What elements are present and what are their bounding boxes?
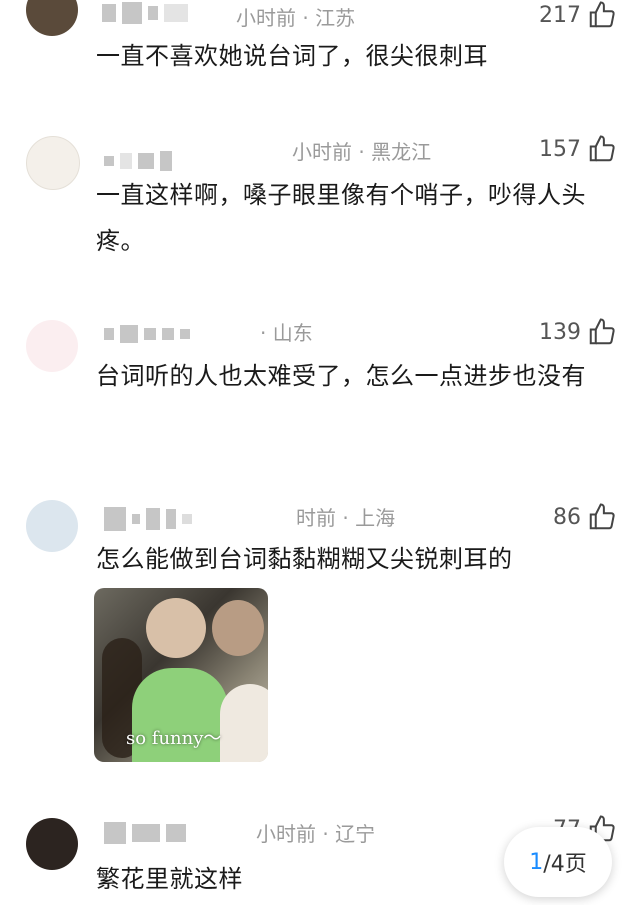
comment-item: 小时前 · 黑龙江 157 一直这样啊，嗓子眼里像有个哨子，吵得人头疼。: [0, 130, 631, 270]
comment-text: 怎么能做到台词黏黏糊糊又尖锐刺耳的: [96, 545, 513, 573]
username-blurred[interactable]: [104, 323, 190, 345]
comment-media-thumbnail[interactable]: so funny～: [94, 588, 268, 762]
page-indicator[interactable]: 1/4页: [504, 827, 612, 897]
media-caption: so funny～: [126, 728, 222, 749]
avatar[interactable]: [26, 320, 78, 372]
comment-text: 一直这样啊，嗓子眼里像有个哨子，吵得人头疼。: [96, 181, 586, 255]
avatar[interactable]: [26, 0, 78, 36]
avatar[interactable]: [26, 818, 78, 870]
like-count: 217: [539, 2, 581, 28]
like-count: 86: [553, 504, 581, 530]
page-total: /4页: [543, 852, 587, 877]
username-blurred[interactable]: [104, 822, 186, 844]
comment-text: 一直不喜欢她说台词了，很尖很刺耳: [96, 42, 488, 70]
comment-meta: · 山东: [260, 321, 313, 345]
like-button[interactable]: 217: [539, 0, 617, 30]
comment-meta: 小时前 · 江苏: [236, 6, 356, 30]
thumbs-up-icon: [589, 135, 615, 162]
like-button[interactable]: 139: [539, 317, 617, 347]
username-blurred[interactable]: [104, 507, 192, 531]
media-figure: [146, 598, 206, 658]
comment-meta: 小时前 · 黑龙江: [292, 140, 432, 164]
like-count: 157: [539, 136, 581, 162]
like-button[interactable]: 86: [553, 502, 617, 532]
avatar[interactable]: [26, 500, 78, 552]
avatar[interactable]: [26, 136, 80, 190]
media-figure: [212, 600, 264, 656]
comment-item: · 山东 139 台词听的人也太难受了，怎么一点进步也没有: [0, 315, 631, 455]
media-figure: [220, 684, 268, 762]
page-current: 1: [529, 849, 544, 875]
like-count: 139: [539, 319, 581, 345]
comment-text: 台词听的人也太难受了，怎么一点进步也没有: [96, 362, 586, 390]
username-blurred[interactable]: [102, 2, 188, 24]
comment-meta: 小时前 · 辽宁: [256, 822, 376, 846]
comment-item: 小时前 · 江苏 217 一直不喜欢她说台词了，很尖很刺耳: [0, 0, 631, 90]
like-button[interactable]: 157: [539, 134, 617, 164]
thumbs-up-icon: [589, 1, 615, 28]
username-blurred[interactable]: [104, 150, 172, 172]
comment-meta: 时前 · 上海: [296, 506, 396, 530]
thumbs-up-icon: [589, 318, 615, 345]
thumbs-up-icon: [589, 503, 615, 530]
